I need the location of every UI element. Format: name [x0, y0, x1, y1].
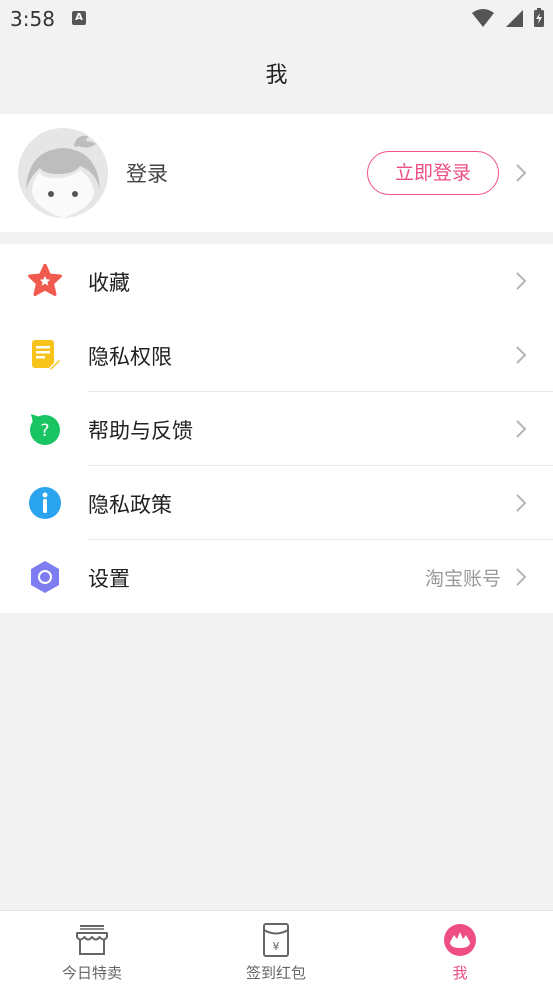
menu-list: 收藏 隐私权限 ? 帮助与反馈 隐私政策 设置 淘宝账号: [0, 244, 553, 613]
chevron-right-icon: [516, 494, 527, 512]
menu-item-privacy-permissions[interactable]: 隐私权限: [0, 318, 553, 392]
taobao-account-text: 淘宝账号: [424, 568, 501, 590]
menu-item-privacy-policy[interactable]: 隐私政策: [0, 466, 553, 540]
svg-text:¥: ¥: [273, 940, 280, 953]
status-icons: [467, 8, 545, 28]
question-bubble-icon: ?: [30, 414, 60, 445]
info-icon: [29, 487, 61, 519]
chevron-right-icon[interactable]: [515, 163, 527, 183]
default-avatar-icon: [18, 128, 108, 218]
battery-icon: [534, 8, 544, 27]
bottom-nav: 今日特卖 ¥ 签到红包 我: [0, 910, 553, 984]
nav-item-checkin-red-envelope[interactable]: ¥ 签到红包: [184, 911, 368, 984]
status-time: 3:58: [10, 7, 55, 31]
shop-icon: [76, 925, 108, 955]
page-title: 我: [265, 63, 288, 88]
profile-icon: [444, 924, 476, 956]
chevron-right-icon: [516, 568, 527, 586]
menu-item-label: 隐私政策: [88, 493, 172, 517]
nav-item-me[interactable]: 我: [368, 911, 552, 984]
menu-item-label: 帮助与反馈: [88, 419, 193, 443]
chevron-right-icon: [516, 272, 527, 290]
svg-text:?: ?: [40, 421, 49, 441]
menu-item-favorites[interactable]: 收藏: [0, 244, 553, 318]
document-edit-icon: [32, 340, 62, 372]
nav-label: 我: [452, 964, 468, 982]
chevron-right-icon: [516, 420, 527, 438]
wifi-icon: [471, 9, 494, 27]
nav-label: 今日特卖: [61, 964, 122, 982]
menu-item-label: 收藏: [88, 271, 130, 295]
title-bar: 我: [0, 38, 553, 114]
status-bar: 3:58 A: [0, 0, 553, 38]
nav-label: 签到红包: [245, 964, 306, 982]
red-envelope-icon: ¥: [263, 923, 289, 957]
nav-item-today-deals[interactable]: 今日特卖: [0, 911, 184, 984]
hexagon-settings-icon: [31, 561, 59, 593]
chevron-right-icon: [516, 346, 527, 364]
login-now-button[interactable]: 立即登录: [367, 151, 499, 195]
menu-item-settings[interactable]: 设置 淘宝账号: [0, 540, 553, 614]
signal-icon: [505, 10, 523, 27]
profile-card[interactable]: 登录 立即登录: [0, 114, 553, 232]
star-icon: [28, 264, 62, 296]
menu-item-label: 隐私权限: [88, 345, 172, 369]
avatar[interactable]: [18, 128, 108, 218]
login-text[interactable]: 登录: [126, 158, 168, 188]
menu-item-help-feedback[interactable]: ? 帮助与反馈: [0, 392, 553, 466]
notification-a-icon: A: [72, 11, 86, 25]
menu-item-label: 设置: [88, 567, 130, 591]
